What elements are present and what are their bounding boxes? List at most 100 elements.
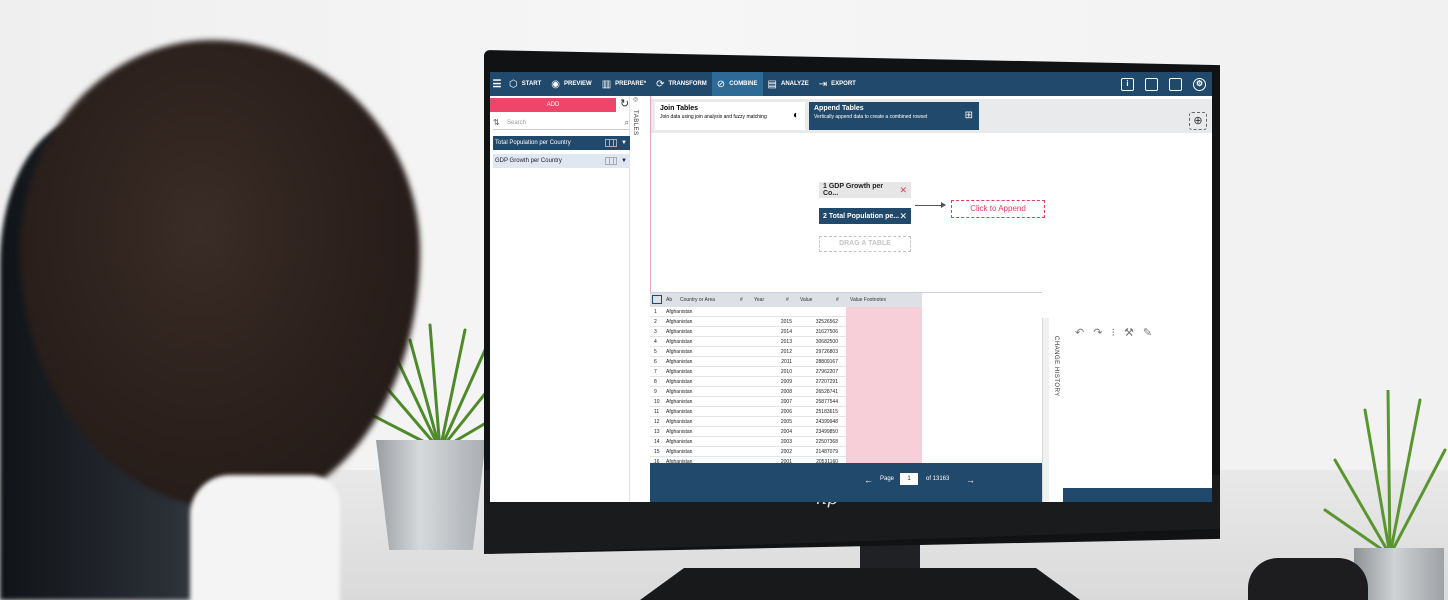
table-row[interactable]: 9 Afghanistan 2008 26528741: [650, 387, 922, 397]
column-header-footnotes[interactable]: Value Footnotes: [850, 297, 886, 303]
cell-year: 2004: [780, 429, 792, 435]
table-search[interactable]: ⇅ Search ⌕: [493, 116, 629, 130]
cell-country: Afghanistan: [666, 409, 693, 415]
refresh-icon[interactable]: ↻: [620, 97, 629, 110]
nav-preview[interactable]: ◉ PREVIEW: [546, 72, 596, 96]
row-number: 12: [654, 419, 660, 425]
settings-gear-icon[interactable]: ⚙: [1193, 77, 1206, 91]
nav-prepare[interactable]: ▥ PREPARE*: [597, 72, 651, 96]
monitor-stand-base: [640, 568, 1080, 600]
table-row[interactable]: 8 Afghanistan 2009 27207291: [650, 377, 922, 387]
cell-country: Afghanistan: [666, 319, 693, 325]
info-icon[interactable]: i: [1121, 77, 1134, 91]
search-icon: ⌕: [624, 117, 629, 127]
document-icon[interactable]: [1169, 77, 1182, 91]
table-row[interactable]: 7 Afghanistan 2010 27962207: [650, 367, 922, 377]
cell-year: 2011: [781, 359, 792, 365]
click-to-append-button[interactable]: Click to Append: [951, 200, 1045, 218]
change-history-pane: CHANGE HISTORY ↶ ↷ ⁝ ⚒ ✎: [1042, 318, 1212, 502]
filter-icon[interactable]: [652, 295, 662, 304]
table-row[interactable]: 1 Afghanistan: [650, 307, 922, 317]
append-block-population[interactable]: 2 Total Population pe... ✕: [819, 208, 911, 224]
add-table-button[interactable]: ADD: [490, 98, 616, 112]
grid-view-icon[interactable]: [605, 157, 618, 165]
cube-icon: ⬡: [509, 78, 518, 90]
cell-footnote: [846, 357, 922, 367]
prev-page-icon[interactable]: ←: [864, 475, 873, 485]
remove-x-icon[interactable]: ✕: [899, 211, 907, 222]
page-input[interactable]: 1: [900, 473, 918, 485]
cycle-icon: ⟳: [656, 78, 665, 90]
add-step-icon[interactable]: ⊕: [1189, 112, 1207, 130]
undo-icon[interactable]: ↶: [1075, 326, 1084, 339]
window-icon[interactable]: [1145, 77, 1158, 91]
chevron-down-icon[interactable]: ▼: [621, 158, 627, 164]
grid-view-icon[interactable]: [605, 139, 618, 147]
pin-icon[interactable]: ◎: [633, 96, 638, 103]
history-scrollbar[interactable]: [1043, 318, 1049, 502]
table-row[interactable]: 2 Afghanistan 2015 32526562: [650, 317, 922, 327]
table-row[interactable]: 3 Afghanistan 2014 31627506: [650, 327, 922, 337]
cell-value: 26528741: [815, 389, 838, 395]
row-number: 10: [654, 399, 660, 405]
cell-country: Afghanistan: [666, 329, 693, 335]
cell-value: 30682500: [815, 339, 838, 345]
main-toolbar: ☰ ⬡ START ◉ PREVIEW ▥ PREPARE* ⟳ TRANSFORM ⊘…: [490, 72, 1212, 96]
remove-x-icon[interactable]: ✕: [899, 185, 907, 196]
nav-export[interactable]: ⇥ EXPORT: [814, 72, 861, 96]
cell-year: 2010: [780, 369, 792, 375]
column-header-year[interactable]: Year: [754, 297, 764, 303]
shirt-collar: [190, 475, 340, 600]
run-icon[interactable]: ✎: [1143, 326, 1152, 339]
append-tables-card[interactable]: Append Tables Vertically append data to …: [809, 102, 979, 130]
redo-icon[interactable]: ↷: [1093, 326, 1102, 339]
table-row[interactable]: 13 Afghanistan 2004 23499850: [650, 427, 922, 437]
venn-icon: ◐: [792, 110, 799, 121]
nav-transform[interactable]: ⟳ TRANSFORM: [651, 72, 712, 96]
combine-icon: ⊘: [716, 78, 726, 90]
column-header-country[interactable]: Country or Area: [680, 297, 715, 303]
nav-start[interactable]: ⬡ START: [504, 72, 546, 96]
cell-country: Afghanistan: [666, 349, 693, 355]
cell-footnote: [846, 427, 922, 437]
change-history-label: CHANGE HISTORY: [1053, 336, 1059, 397]
cell-footnote: [846, 327, 922, 337]
tables-panel: ADD ↻ ⇅ Search ⌕ Total Population per Co…: [490, 96, 630, 502]
table-row[interactable]: 5 Afghanistan 2012 29726803: [650, 347, 922, 357]
cell-country: Afghanistan: [666, 449, 693, 455]
tables-side-tab[interactable]: ◎ TABLES: [631, 96, 643, 306]
cell-value: 27207291: [815, 379, 838, 385]
table-row[interactable]: 15 Afghanistan 2002 21487079: [650, 447, 922, 457]
flow-arrow: [915, 202, 946, 208]
table-row[interactable]: 14 Afghanistan 2003 22507368: [650, 437, 922, 447]
page-total: of 13163: [926, 476, 950, 482]
table-item-gdp[interactable]: GDP Growth per Country ▼: [493, 154, 630, 168]
table-row[interactable]: 12 Afghanistan 2005 24399948: [650, 417, 922, 427]
cell-value: 24399948: [815, 419, 838, 425]
chevron-down-icon[interactable]: ▼: [621, 140, 627, 146]
cell-country: Afghanistan: [666, 359, 693, 365]
step-icon[interactable]: ⁝: [1111, 326, 1115, 339]
next-page-icon[interactable]: →: [966, 475, 975, 485]
table-row[interactable]: 6 Afghanistan 2011 28809167: [650, 357, 922, 367]
column-header-value[interactable]: Value: [800, 297, 812, 303]
drag-table-slot[interactable]: DRAG A TABLE: [819, 236, 911, 252]
cell-country: Afghanistan: [666, 339, 693, 345]
cell-value: 21487079: [815, 449, 838, 455]
join-title: Join Tables: [660, 105, 698, 112]
nav-combine[interactable]: ⊘ COMBINE: [711, 72, 763, 96]
cell-year: 2002: [780, 449, 792, 455]
table-row[interactable]: 11 Afghanistan 2006 25183615: [650, 407, 922, 417]
table-row[interactable]: 10 Afghanistan 2007 25877544: [650, 397, 922, 407]
table-row[interactable]: 4 Afghanistan 2013 30682500: [650, 337, 922, 347]
append-block-gdp[interactable]: 1 GDP Growth per Co... ✕: [819, 182, 911, 198]
nav-analyze[interactable]: ▤ ANALYZE: [763, 72, 814, 96]
cell-country: Afghanistan: [666, 429, 693, 435]
cell-value: 31627506: [815, 329, 838, 335]
cell-footnote: [846, 317, 922, 327]
table-item-population[interactable]: Total Population per Country ▼: [493, 136, 630, 150]
hamburger-menu-icon[interactable]: ☰: [490, 79, 504, 90]
apply-icon[interactable]: ⚒: [1124, 326, 1134, 339]
join-tables-card[interactable]: Join Tables Join data using join analysi…: [655, 102, 805, 130]
sort-icon[interactable]: ⇅: [493, 118, 507, 127]
